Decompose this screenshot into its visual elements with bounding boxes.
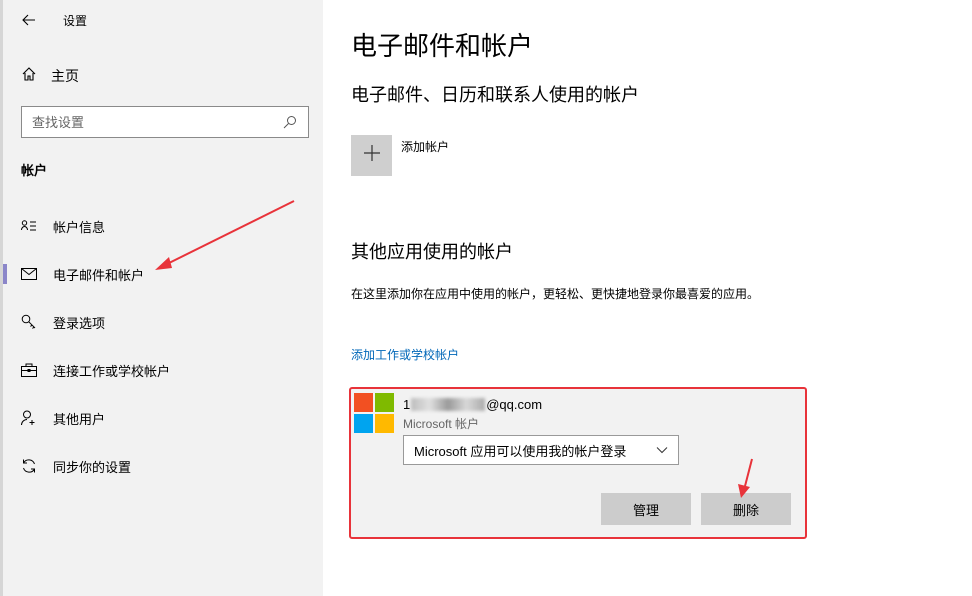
delete-button[interactable]: 删除 (701, 493, 791, 525)
home-icon (21, 66, 37, 87)
sidebar-item-sign-in-options[interactable]: 登录选项 (3, 302, 323, 342)
sidebar-item-work-school[interactable]: 连接工作或学校帐户 (3, 350, 323, 390)
briefcase-icon (19, 360, 39, 380)
account-email: 1 @qq.com (403, 397, 542, 412)
account-email-suffix: @qq.com (486, 397, 543, 412)
sidebar-item-label: 登录选项 (53, 315, 106, 331)
redacted-email-blur (411, 398, 486, 411)
sidebar-item-label: 同步你的设置 (53, 459, 132, 475)
other-apps-section-heading: 其他应用使用的帐户 (351, 242, 513, 262)
nav-home[interactable]: 主页 (21, 64, 79, 88)
mail-icon (19, 264, 39, 284)
sidebar-item-label: 其他用户 (53, 411, 106, 427)
account-info-icon (19, 216, 39, 236)
key-icon (19, 312, 39, 332)
title-bar: 设置 (19, 8, 87, 32)
sidebar-item-email-accounts[interactable]: 电子邮件和帐户 (3, 254, 323, 294)
nav-home-label: 主页 (51, 68, 79, 84)
sidebar: 设置 主页 帐户 帐户信息 电子邮件和帐户 登录选项 连 (0, 0, 323, 596)
account-type: Microsoft 帐户 (403, 417, 480, 431)
dropdown-selected-value: Microsoft 应用可以使用我的帐户登录 (414, 443, 627, 459)
add-work-school-link[interactable]: 添加工作或学校帐户 (351, 346, 459, 363)
sync-icon (19, 456, 39, 476)
window-title: 设置 (63, 13, 88, 28)
sidebar-item-account-info[interactable]: 帐户信息 (3, 206, 323, 246)
add-account-button[interactable] (351, 135, 392, 176)
sidebar-item-label: 电子邮件和帐户 (53, 267, 145, 283)
plus-icon (363, 144, 381, 167)
search-box[interactable] (21, 106, 309, 138)
microsoft-logo-icon (354, 393, 394, 433)
sidebar-section-title: 帐户 (21, 163, 48, 178)
back-arrow-icon[interactable] (19, 10, 39, 30)
search-input[interactable] (32, 114, 282, 130)
sidebar-item-other-users[interactable]: 其他用户 (3, 398, 323, 438)
sidebar-item-label: 连接工作或学校帐户 (53, 363, 171, 379)
search-icon[interactable] (282, 114, 298, 130)
account-card[interactable]: 1 @qq.com Microsoft 帐户 Microsoft 应用可以使用我… (349, 387, 807, 539)
other-apps-description: 在这里添加你在应用中使用的帐户，更轻松、更快捷地登录你最喜爱的应用。 (351, 287, 760, 301)
sidebar-item-label: 帐户信息 (53, 219, 106, 235)
account-email-prefix: 1 (403, 397, 411, 412)
chevron-down-icon (656, 441, 668, 459)
email-section-heading: 电子邮件、日历和联系人使用的帐户 (351, 85, 639, 105)
add-person-icon (19, 408, 39, 428)
add-account-label[interactable]: 添加帐户 (401, 138, 449, 155)
manage-button[interactable]: 管理 (601, 493, 691, 525)
account-usage-dropdown[interactable]: Microsoft 应用可以使用我的帐户登录 (403, 435, 679, 465)
sidebar-item-sync-settings[interactable]: 同步你的设置 (3, 446, 323, 486)
page-title: 电子邮件和帐户 (351, 31, 534, 61)
main-content: 电子邮件和帐户 电子邮件、日历和联系人使用的帐户 添加帐户 其他应用使用的帐户 … (323, 0, 972, 596)
